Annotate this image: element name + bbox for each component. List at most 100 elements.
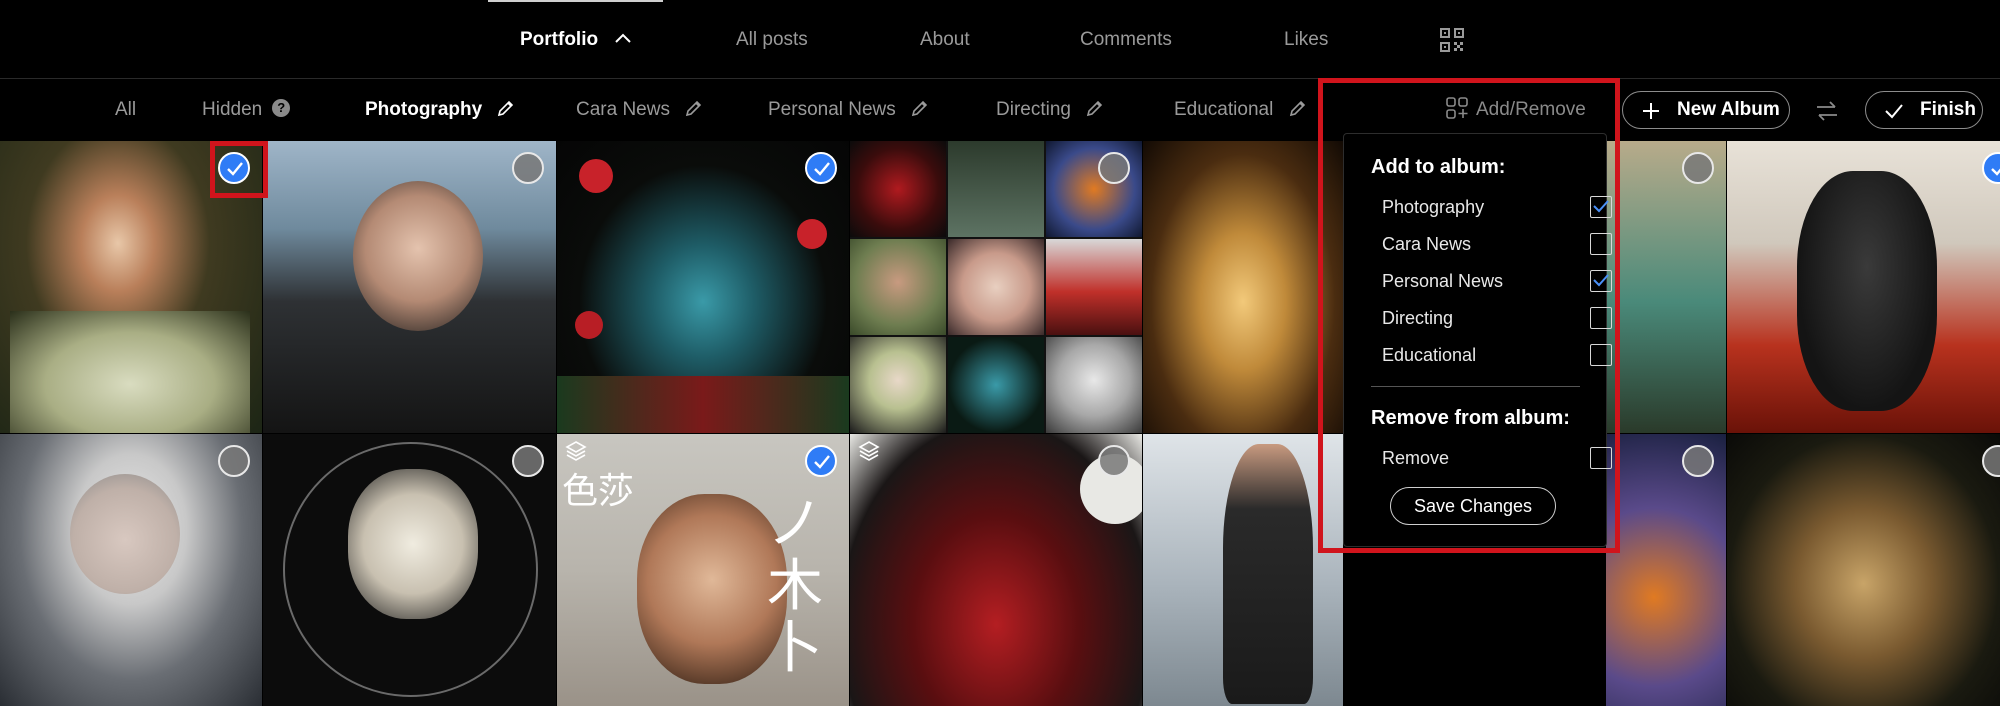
pencil-icon[interactable] — [685, 99, 703, 117]
photo-tile[interactable]: 色莎 ノ木卜 — [557, 434, 849, 706]
tab-comments[interactable]: Comments — [1080, 0, 1172, 78]
remove-from-album-heading: Remove from album: — [1371, 407, 1570, 429]
pencil-icon[interactable] — [911, 99, 929, 117]
select-checkbox[interactable] — [1098, 152, 1130, 184]
photo-tile[interactable] — [0, 141, 262, 433]
photo-thumb — [1046, 141, 1142, 237]
photo-tile[interactable] — [1727, 434, 2000, 706]
check-icon — [1991, 168, 2000, 176]
checkbox[interactable] — [1590, 344, 1612, 366]
photo-detail — [637, 494, 787, 684]
select-checkbox[interactable] — [1682, 445, 1714, 477]
select-checkbox[interactable] — [218, 152, 250, 184]
finish-button[interactable]: Finish — [1865, 91, 1983, 129]
tab-portfolio[interactable]: Portfolio — [487, 0, 664, 78]
stack-icon — [565, 441, 587, 461]
photo-tile[interactable] — [263, 434, 556, 706]
photo-detail — [348, 469, 478, 619]
photo-tile[interactable] — [1606, 141, 1726, 433]
check-icon — [1885, 104, 1903, 119]
save-changes-button[interactable]: Save Changes — [1390, 487, 1556, 525]
photo-tile[interactable] — [850, 434, 1142, 706]
photo-thumb — [948, 141, 1044, 237]
pencil-icon[interactable] — [497, 99, 515, 117]
checkbox[interactable] — [1590, 196, 1612, 218]
remove-option[interactable]: Remove — [1382, 445, 1612, 473]
select-checkbox[interactable] — [1982, 445, 2000, 477]
photo-detail — [353, 181, 483, 331]
photo-thumb — [850, 337, 946, 433]
photo-detail — [10, 311, 250, 433]
tab-all-posts[interactable]: All posts — [736, 0, 808, 78]
add-option-personal-news[interactable]: Personal News — [1382, 268, 1612, 296]
tab-about[interactable]: About — [920, 0, 970, 78]
photo-grid: 色莎 ノ木卜 — [0, 141, 2000, 706]
add-remove-button[interactable]: Add/Remove — [1446, 79, 1586, 141]
tab-likes[interactable]: Likes — [1284, 0, 1328, 78]
checkbox[interactable] — [1590, 233, 1612, 255]
plus-icon — [1643, 103, 1659, 119]
checkbox[interactable] — [1590, 307, 1612, 329]
select-checkbox[interactable] — [805, 152, 837, 184]
photo-tile[interactable] — [557, 141, 849, 433]
top-nav: Portfolio All posts About Comments Likes — [0, 0, 2000, 79]
photo-thumb — [948, 239, 1044, 335]
photo-tile[interactable] — [1727, 141, 2000, 433]
chevron-up-icon — [615, 33, 632, 43]
add-option-cara-news[interactable]: Cara News — [1382, 231, 1612, 259]
add-option-directing[interactable]: Directing — [1382, 305, 1612, 333]
checkbox[interactable] — [1590, 270, 1612, 292]
select-checkbox[interactable] — [1098, 445, 1130, 477]
new-album-button[interactable]: New Album — [1622, 91, 1790, 129]
album-tab-hidden[interactable]: Hidden? — [202, 79, 291, 141]
photo-thumb — [850, 141, 946, 237]
photo-tile[interactable] — [0, 434, 262, 706]
photo-detail — [70, 474, 180, 594]
divider — [1371, 386, 1580, 387]
photo-tile[interactable] — [1143, 434, 1343, 706]
pencil-icon[interactable] — [1086, 99, 1104, 117]
photo-collage-tile[interactable] — [850, 141, 1142, 433]
photo-tile[interactable] — [263, 141, 556, 433]
stack-icon — [858, 441, 880, 461]
photo-detail — [1223, 444, 1313, 704]
photo-thumb — [1046, 239, 1142, 335]
check-icon — [1593, 274, 1609, 287]
album-bar: All Hidden? Photography Cara News Person… — [0, 79, 2000, 141]
check-icon — [814, 455, 830, 469]
photo-thumb — [948, 337, 1044, 433]
pencil-icon[interactable] — [1289, 99, 1307, 117]
photo-detail — [557, 376, 849, 433]
swap-icon[interactable] — [1814, 98, 1840, 124]
photo-tile[interactable] — [1143, 141, 1343, 433]
add-to-album-icon — [1446, 97, 1468, 119]
select-checkbox[interactable] — [512, 152, 544, 184]
add-to-album-heading: Add to album: — [1371, 156, 1506, 178]
add-option-photography[interactable]: Photography — [1382, 194, 1612, 222]
photo-thumb — [850, 239, 946, 335]
photo-detail — [1797, 171, 1937, 411]
photo-detail — [797, 219, 827, 249]
add-option-educational[interactable]: Educational — [1382, 342, 1612, 370]
select-checkbox[interactable] — [512, 445, 544, 477]
album-tab-educational[interactable]: Educational — [1174, 79, 1307, 141]
album-tab-personal-news[interactable]: Personal News — [768, 79, 929, 141]
select-checkbox[interactable] — [1682, 152, 1714, 184]
photo-detail — [579, 159, 613, 193]
select-checkbox[interactable] — [1982, 152, 2000, 184]
album-tab-photography[interactable]: Photography — [365, 79, 515, 141]
overlay-text: ノ木卜 — [767, 492, 823, 681]
qr-code-icon[interactable] — [1440, 28, 1464, 52]
album-tab-directing[interactable]: Directing — [996, 79, 1104, 141]
select-checkbox[interactable] — [218, 445, 250, 477]
check-icon — [814, 162, 830, 176]
select-checkbox[interactable] — [805, 445, 837, 477]
photo-tile[interactable] — [1606, 434, 1726, 706]
overlay-text: 色莎 — [562, 471, 635, 512]
check-icon — [1593, 200, 1609, 213]
help-icon[interactable]: ? — [272, 99, 291, 118]
photo-detail — [575, 311, 603, 339]
album-tab-all[interactable]: All — [115, 79, 136, 141]
checkbox[interactable] — [1590, 447, 1612, 469]
album-tab-cara-news[interactable]: Cara News — [576, 79, 703, 141]
